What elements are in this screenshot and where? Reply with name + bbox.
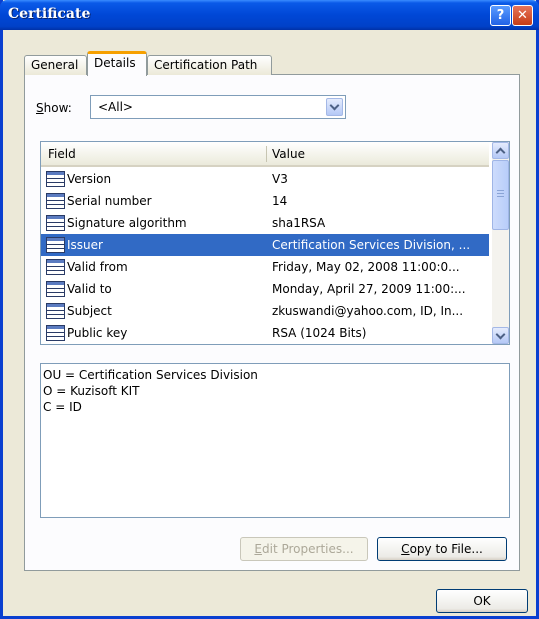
list-item[interactable]: Version V3 [41, 168, 489, 190]
list-item[interactable]: Valid from Friday, May 02, 2008 11:00:0.… [41, 256, 489, 278]
list-item[interactable]: Signature algorithm sha1RSA [41, 212, 489, 234]
certificate-field-icon [46, 215, 65, 231]
detail-line: C = ID [43, 400, 82, 414]
copy-to-file-button[interactable]: Copy to File... [377, 537, 507, 561]
field-value: Monday, April 27, 2009 11:00:... [272, 282, 466, 296]
show-dropdown-value: <All> [98, 100, 133, 114]
fields-list[interactable]: Field Value Version V3 Serial number 14 … [40, 141, 510, 345]
show-dropdown[interactable]: <All> [90, 95, 346, 119]
window-title: Certificate [8, 6, 91, 22]
list-item-selected[interactable]: Issuer Certification Services Division, … [41, 234, 489, 256]
field-name: Subject [67, 304, 112, 318]
grip-line [497, 190, 504, 191]
field-value: V3 [272, 172, 288, 186]
detail-line: O = Kuzisoft KIT [43, 384, 140, 398]
field-name: Serial number [67, 194, 152, 208]
show-label-text: how: [43, 101, 72, 115]
title-bar[interactable]: Certificate ? ✕ [0, 0, 539, 30]
tab-details[interactable]: Details [87, 51, 147, 76]
field-name: Signature algorithm [67, 216, 187, 230]
certificate-field-icon [46, 281, 65, 297]
ok-button[interactable]: OK [436, 589, 528, 613]
certificate-field-icon [46, 303, 65, 319]
column-header-value[interactable]: Value [272, 147, 305, 161]
dropdown-arrow-button[interactable] [326, 98, 343, 116]
column-divider[interactable] [266, 146, 267, 162]
column-header-field[interactable]: Field [48, 147, 76, 161]
edit-properties-button[interactable]: Edit Properties... [240, 537, 368, 561]
chevron-up-icon [495, 147, 506, 158]
scroll-down-button[interactable] [492, 327, 509, 344]
field-name: Valid from [67, 260, 128, 274]
field-value: 14 [272, 194, 288, 208]
copy-label: opy to File... [409, 542, 483, 556]
field-value: Friday, May 02, 2008 11:00:0... [272, 260, 460, 274]
vertical-scrollbar[interactable] [492, 142, 509, 344]
field-value: RSA (1024 Bits) [272, 326, 367, 340]
copy-mnemonic: C [401, 542, 410, 556]
list-header: Field Value [41, 142, 489, 167]
list-item[interactable]: Public key RSA (1024 Bits) [41, 322, 489, 344]
edit-mnemonic: E [254, 542, 263, 556]
list-item[interactable]: Valid to Monday, April 27, 2009 11:00:..… [41, 278, 489, 300]
certificate-field-icon [46, 237, 65, 253]
certificate-field-icon [46, 193, 65, 209]
chevron-down-icon [495, 329, 506, 340]
certificate-field-icon [46, 259, 65, 275]
field-value: Certification Services Division, ... [272, 238, 471, 252]
scroll-up-button[interactable] [492, 142, 509, 159]
scroll-thumb[interactable] [492, 160, 509, 230]
field-value: zkuswandi@yahoo.com, ID, In... [272, 304, 464, 318]
field-value: sha1RSA [272, 216, 326, 230]
detail-line: OU = Certification Services Division [43, 368, 258, 382]
help-button[interactable]: ? [490, 5, 511, 26]
edit-label: dit Properties... [262, 542, 354, 556]
grip-line [497, 193, 504, 194]
field-name: Public key [67, 326, 128, 340]
tab-general[interactable]: General [24, 55, 87, 75]
show-label-mnemonic: S [36, 101, 44, 115]
chevron-down-icon [329, 100, 340, 111]
field-name: Issuer [67, 238, 103, 252]
close-button[interactable]: ✕ [512, 5, 533, 26]
grip-line [497, 196, 504, 197]
tab-certification-path[interactable]: Certification Path [147, 55, 272, 75]
field-detail-text[interactable]: OU = Certification Services Division O =… [40, 363, 510, 518]
show-label: Show: [36, 101, 72, 115]
field-name: Valid to [67, 282, 112, 296]
list-item[interactable]: Subject zkuswandi@yahoo.com, ID, In... [41, 300, 489, 322]
field-name: Version [67, 172, 112, 186]
certificate-field-icon [46, 325, 65, 341]
certificate-field-icon [46, 171, 65, 187]
list-item[interactable]: Serial number 14 [41, 190, 489, 212]
